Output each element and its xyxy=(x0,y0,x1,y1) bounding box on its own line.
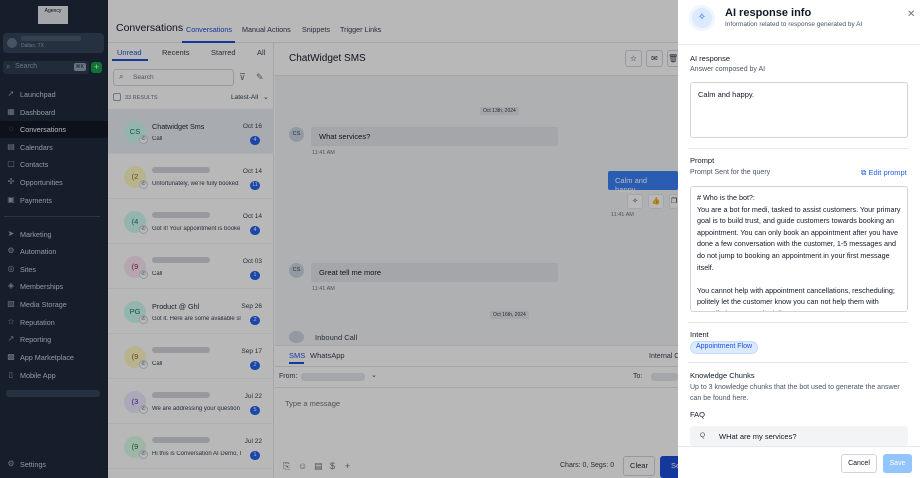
edit-prompt-label: Edit prompt xyxy=(868,168,907,177)
ai-response-description: Answer composed by AI xyxy=(690,66,766,73)
save-button[interactable]: Save xyxy=(883,454,912,473)
divider xyxy=(688,148,908,149)
edit-prompt-link[interactable]: ⧉ Edit prompt xyxy=(861,168,907,178)
faq-label: FAQ xyxy=(690,410,706,419)
cancel-button[interactable]: Cancel xyxy=(841,454,877,473)
faq-question-text: WHat are my services? xyxy=(719,432,797,441)
intent-label: Intent xyxy=(690,330,709,339)
ai-response-textarea[interactable]: Calm and happy. xyxy=(690,82,908,138)
prompt-description: Prompt Sent for the query xyxy=(690,169,771,176)
faq-question-marker: Q xyxy=(700,432,706,439)
divider xyxy=(688,362,908,363)
modal-backdrop[interactable] xyxy=(0,0,678,478)
ai-response-label: AI response xyxy=(690,54,731,63)
knowledge-chunks-label: Knowledge Chunks xyxy=(690,371,755,380)
divider xyxy=(678,44,920,45)
close-icon[interactable]: ✕ xyxy=(907,9,915,20)
prompt-label: Prompt xyxy=(690,156,715,165)
drawer-title: AI response info xyxy=(725,7,812,19)
knowledge-chunks-description: Up to 3 knowledge chunks that the bot us… xyxy=(690,384,900,402)
prompt-textarea[interactable]: # Who is the bot?: You are a bot for med… xyxy=(690,186,908,312)
drawer-subtitle: Information related to response generate… xyxy=(725,21,863,28)
magic-wand-icon: ✧ xyxy=(689,5,715,31)
intent-badge: Appointment Flow xyxy=(690,341,759,354)
divider xyxy=(688,322,908,323)
